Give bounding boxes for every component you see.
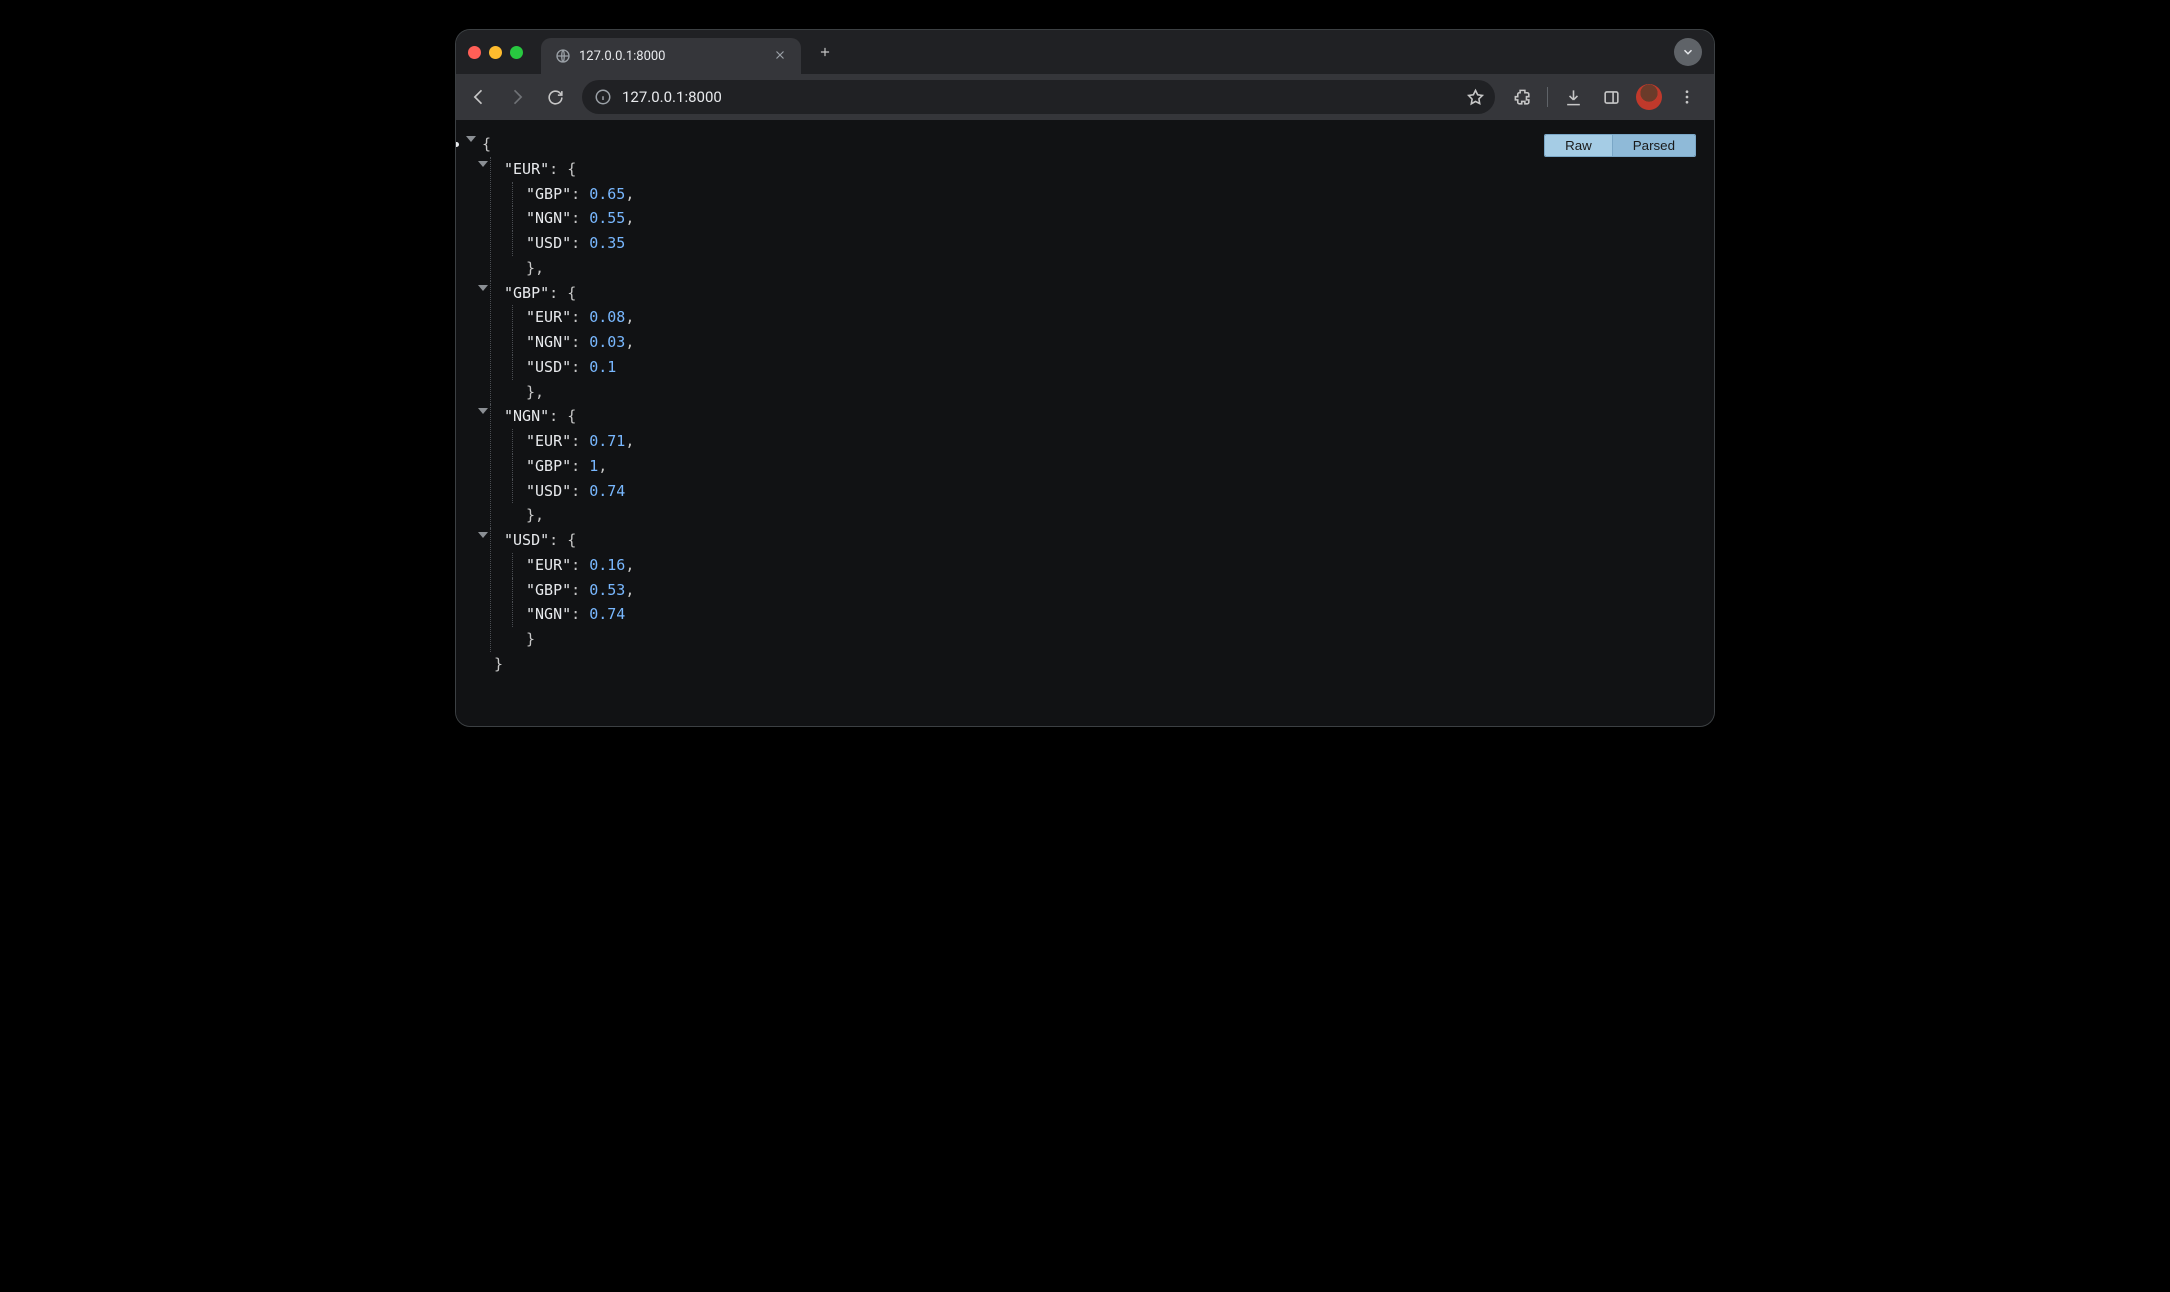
chevron-down-icon[interactable] <box>478 161 488 167</box>
json-leaf: "GBP": 0.53, <box>504 578 1700 603</box>
json-leaf: "USD": 0.1 <box>504 355 1700 380</box>
chevron-down-icon[interactable] <box>478 285 488 291</box>
window-minimize-button[interactable] <box>489 46 502 59</box>
json-leaf: "EUR": 0.71, <box>504 429 1700 454</box>
json-key-row: "USD": { <box>504 531 576 549</box>
json-node: "NGN": { "EUR": 0.71,"GBP": 1,"USD": 0.74… <box>482 404 1700 528</box>
window-controls <box>468 46 523 59</box>
browser-tab[interactable]: 127.0.0.1:8000 <box>541 38 801 74</box>
extensions-button[interactable] <box>1505 80 1539 114</box>
forward-button[interactable] <box>500 80 534 114</box>
tab-title: 127.0.0.1:8000 <box>579 49 765 64</box>
back-button[interactable] <box>462 80 496 114</box>
json-node: "EUR": { "GBP": 0.65,"NGN": 0.55,"USD": 0… <box>482 157 1700 281</box>
json-tree: {"EUR": {"GBP": 0.65,"NGN": 0.55,"USD": … <box>470 132 1700 677</box>
json-leaf: "GBP": 0.65, <box>504 182 1700 207</box>
browser-window: 127.0.0.1:8000 127.0.0.1:8000 <box>456 30 1714 726</box>
avatar <box>1636 84 1662 110</box>
json-leaf: "NGN": 0.74 <box>504 602 1700 627</box>
tab-strip: 127.0.0.1:8000 <box>456 30 1714 74</box>
new-tab-button[interactable] <box>811 38 839 66</box>
tab-search-button[interactable] <box>1674 38 1702 66</box>
json-brace: { <box>482 135 491 153</box>
site-info-icon[interactable] <box>594 88 612 106</box>
json-leaf: "NGN": 0.03, <box>504 330 1700 355</box>
window-maximize-button[interactable] <box>510 46 523 59</box>
tab-close-button[interactable] <box>773 48 789 64</box>
json-key-row: "NGN": { <box>504 407 576 425</box>
bookmark-button[interactable] <box>1466 88 1485 107</box>
page-content: Raw Parsed {"EUR": {"GBP": 0.65,"NGN": 0… <box>456 120 1714 726</box>
address-bar[interactable]: 127.0.0.1:8000 <box>582 80 1495 114</box>
reload-button[interactable] <box>538 80 572 114</box>
json-leaf: "NGN": 0.55, <box>504 206 1700 231</box>
json-leaf: "EUR": 0.16, <box>504 553 1700 578</box>
side-panel-button[interactable] <box>1594 80 1628 114</box>
toolbar: 127.0.0.1:8000 <box>456 74 1714 120</box>
menu-button[interactable] <box>1670 80 1704 114</box>
chevron-down-icon[interactable] <box>478 408 488 414</box>
json-key-row: "GBP": { <box>504 284 576 302</box>
chevron-down-icon[interactable] <box>478 532 488 538</box>
json-node: "USD": { "EUR": 0.16,"GBP": 0.53,"NGN": 0… <box>482 528 1700 652</box>
globe-icon <box>555 48 571 64</box>
toolbar-separator <box>1547 87 1548 107</box>
chevron-down-icon[interactable] <box>466 136 476 142</box>
json-leaf: "EUR": 0.08, <box>504 305 1700 330</box>
url-text: 127.0.0.1:8000 <box>622 88 1456 106</box>
profile-button[interactable] <box>1632 80 1666 114</box>
json-leaf: "USD": 0.35 <box>504 231 1700 256</box>
json-key-row: "EUR": { <box>504 160 576 178</box>
json-leaf: "GBP": 1, <box>504 454 1700 479</box>
downloads-button[interactable] <box>1556 80 1590 114</box>
json-node: "GBP": { "EUR": 0.08,"NGN": 0.03,"USD": 0… <box>482 281 1700 405</box>
window-close-button[interactable] <box>468 46 481 59</box>
json-leaf: "USD": 0.74 <box>504 479 1700 504</box>
